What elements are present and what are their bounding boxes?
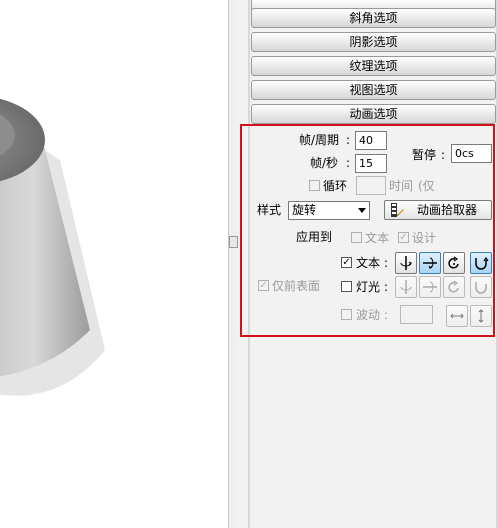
accordion-texture-button[interactable]: 纹理选项 xyxy=(251,56,496,76)
annotation-highlight-box xyxy=(240,124,495,337)
accordion-animation-button[interactable]: 动画选项 xyxy=(251,104,496,124)
3d-preview-shape xyxy=(0,98,105,396)
accordion-view-button[interactable]: 视图选项 xyxy=(251,80,496,100)
splitter-grip[interactable] xyxy=(229,236,238,248)
preview-viewport[interactable] xyxy=(0,0,228,528)
accordion-bevel-button[interactable]: 斜角选项 xyxy=(251,8,496,28)
accordion-shadow-button[interactable]: 阴影选项 xyxy=(251,32,496,52)
